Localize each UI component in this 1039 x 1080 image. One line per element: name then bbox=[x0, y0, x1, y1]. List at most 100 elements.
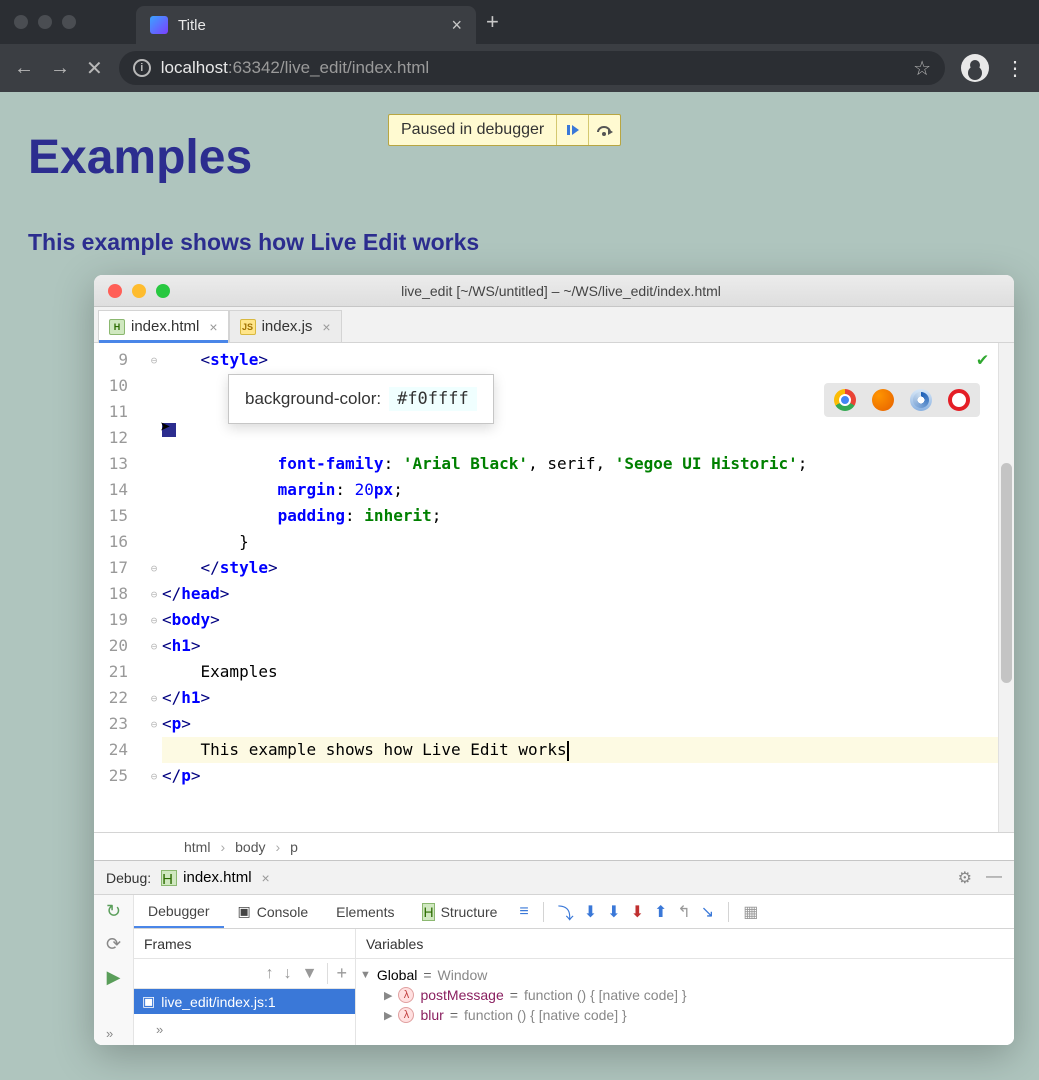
step-into-my-code-icon[interactable]: ⬇ bbox=[631, 902, 644, 922]
mouse-cursor-icon: ➤ bbox=[160, 417, 171, 438]
menu-icon[interactable]: ⋮ bbox=[1005, 56, 1025, 81]
editor-tabs: H index.html × JS index.js × bbox=[94, 307, 1014, 343]
var-row[interactable]: ▶ λ blur = function () { [native code] } bbox=[360, 1005, 1010, 1025]
equals: = bbox=[423, 967, 431, 983]
tab-console[interactable]: ▣Console bbox=[224, 895, 323, 928]
line-number: 25 bbox=[94, 763, 146, 789]
ide-minimize[interactable] bbox=[132, 284, 146, 298]
refresh-icon[interactable]: ⟳ bbox=[106, 934, 121, 955]
window-close[interactable] bbox=[14, 15, 28, 29]
firefox-icon[interactable] bbox=[872, 389, 894, 411]
close-tab-icon[interactable]: × bbox=[451, 15, 462, 36]
resume-icon[interactable]: ▶ bbox=[107, 967, 121, 988]
drop-frame-icon[interactable]: ↰ bbox=[677, 902, 690, 922]
debug-run-label: index.html bbox=[183, 869, 251, 886]
favicon-icon bbox=[150, 16, 168, 34]
ide-titlebar[interactable]: live_edit [~/WS/untitled] – ~/WS/live_ed… bbox=[94, 275, 1014, 307]
structure-icon: H bbox=[422, 903, 434, 921]
minimize-icon[interactable]: — bbox=[986, 868, 1002, 888]
breadcrumb-item[interactable]: body bbox=[235, 839, 265, 855]
tab-elements[interactable]: Elements bbox=[322, 895, 408, 928]
fold-marker[interactable]: ⊖ bbox=[146, 607, 162, 633]
threads-icon[interactable]: ≡ bbox=[519, 903, 528, 921]
editor-tab-index-html[interactable]: H index.html × bbox=[98, 310, 229, 342]
filter-icon[interactable]: ▼ bbox=[302, 965, 318, 983]
debugger-paused-label: Paused in debugger bbox=[389, 121, 556, 139]
step-into-icon[interactable]: ⬇ bbox=[584, 902, 597, 922]
debug-side-toolbar: ↻ ⟳ ▶ » bbox=[94, 895, 134, 1045]
close-icon[interactable]: × bbox=[262, 870, 270, 886]
line-number: 13 bbox=[94, 451, 146, 477]
editor-scrollbar[interactable] bbox=[998, 343, 1014, 832]
safari-icon[interactable] bbox=[910, 389, 932, 411]
editor[interactable]: 9 10 11 12 13 14 15 16 17 18 19 20 21 22… bbox=[94, 343, 1014, 832]
bookmark-icon[interactable]: ☆ bbox=[913, 56, 931, 81]
var-row[interactable]: ▶ λ postMessage = function () { [native … bbox=[360, 985, 1010, 1005]
fold-marker[interactable]: ⊖ bbox=[146, 711, 162, 737]
line-number: 15 bbox=[94, 503, 146, 529]
code-area[interactable]: ✔ ➤ background-color: #f0ffff <style> re… bbox=[162, 343, 998, 832]
breadcrumb-item[interactable]: html bbox=[184, 839, 210, 855]
breadcrumb-item[interactable]: p bbox=[290, 839, 298, 855]
line-number: 12 bbox=[94, 425, 146, 451]
scrollbar-thumb[interactable] bbox=[1001, 463, 1012, 683]
more-icon[interactable]: » bbox=[106, 1026, 113, 1041]
frames-toolbar: ↑ ↓ ▼ + bbox=[134, 959, 355, 989]
fold-marker[interactable]: ⊖ bbox=[146, 347, 162, 373]
gutter[interactable]: 9 10 11 12 13 14 15 16 17 18 19 20 21 22… bbox=[94, 343, 146, 832]
close-tab-icon[interactable]: × bbox=[209, 319, 217, 335]
window-maximize[interactable] bbox=[62, 15, 76, 29]
inspection-ok-icon[interactable]: ✔ bbox=[977, 349, 988, 370]
new-tab-button[interactable]: + bbox=[486, 9, 499, 35]
fold-marker[interactable]: ⊖ bbox=[146, 555, 162, 581]
var-row[interactable]: ▼ Global = Window bbox=[360, 965, 1010, 985]
site-info-icon[interactable]: i bbox=[133, 59, 151, 77]
prev-frame-icon[interactable]: ↑ bbox=[266, 965, 274, 983]
fold-marker[interactable]: ⊖ bbox=[146, 581, 162, 607]
resume-icon[interactable] bbox=[556, 115, 588, 145]
window-minimize[interactable] bbox=[38, 15, 52, 29]
evaluate-icon[interactable]: ▦ bbox=[743, 902, 758, 922]
back-icon[interactable]: ← bbox=[14, 57, 34, 80]
line-number: 21 bbox=[94, 659, 146, 685]
step-over-icon[interactable]: ⤵ bbox=[558, 900, 574, 924]
ide-maximize[interactable] bbox=[156, 284, 170, 298]
fold-marker[interactable]: ⊖ bbox=[146, 633, 162, 659]
expand-icon[interactable]: ▶ bbox=[384, 1009, 392, 1022]
frame-label: live_edit/index.js:1 bbox=[161, 994, 275, 1010]
ide-close[interactable] bbox=[108, 284, 122, 298]
add-icon[interactable]: + bbox=[327, 963, 347, 984]
html-file-icon: H bbox=[161, 870, 177, 886]
expand-icon[interactable]: ▶ bbox=[384, 989, 392, 1002]
variables-tree[interactable]: ▼ Global = Window ▶ λ postMessage = bbox=[356, 959, 1014, 1045]
editor-tab-label: index.js bbox=[262, 318, 313, 335]
next-frame-icon[interactable]: ↓ bbox=[284, 965, 292, 983]
force-step-into-icon[interactable]: ⬇ bbox=[607, 902, 620, 922]
tab-structure[interactable]: HStructure bbox=[408, 895, 511, 928]
step-over-icon[interactable] bbox=[588, 115, 620, 145]
url-bar[interactable]: i localhost:63342/live_edit/index.html ☆ bbox=[119, 51, 945, 85]
frame-item[interactable]: ▣ live_edit/index.js:1 bbox=[134, 989, 355, 1014]
rerun-icon[interactable]: ↻ bbox=[106, 901, 121, 922]
step-out-icon[interactable]: ⬆ bbox=[654, 902, 667, 922]
expand-icon[interactable]: ▼ bbox=[360, 969, 371, 981]
breadcrumb[interactable]: html › body › p bbox=[94, 832, 1014, 860]
run-to-cursor-icon[interactable]: ↘ bbox=[701, 902, 714, 922]
gear-icon[interactable]: ⚙ bbox=[958, 868, 972, 888]
editor-tab-index-js[interactable]: JS index.js × bbox=[229, 310, 342, 342]
debug-run-config[interactable]: H index.html × bbox=[161, 869, 270, 886]
fold-marker[interactable]: ⊖ bbox=[146, 685, 162, 711]
line-number: 17 bbox=[94, 555, 146, 581]
profile-icon[interactable] bbox=[961, 54, 989, 82]
browser-tab[interactable]: Title × bbox=[136, 6, 476, 44]
chrome-icon[interactable] bbox=[834, 389, 856, 411]
editor-tab-label: index.html bbox=[131, 318, 199, 335]
tab-debugger[interactable]: Debugger bbox=[134, 895, 224, 928]
more-icon[interactable]: » bbox=[146, 1018, 367, 1041]
stop-icon[interactable]: ✕ bbox=[86, 56, 103, 81]
opera-icon[interactable] bbox=[948, 389, 970, 411]
fold-marker[interactable]: ⊖ bbox=[146, 763, 162, 789]
forward-icon[interactable]: → bbox=[50, 57, 70, 80]
close-tab-icon[interactable]: × bbox=[322, 319, 330, 335]
line-number: 9 bbox=[94, 347, 146, 373]
